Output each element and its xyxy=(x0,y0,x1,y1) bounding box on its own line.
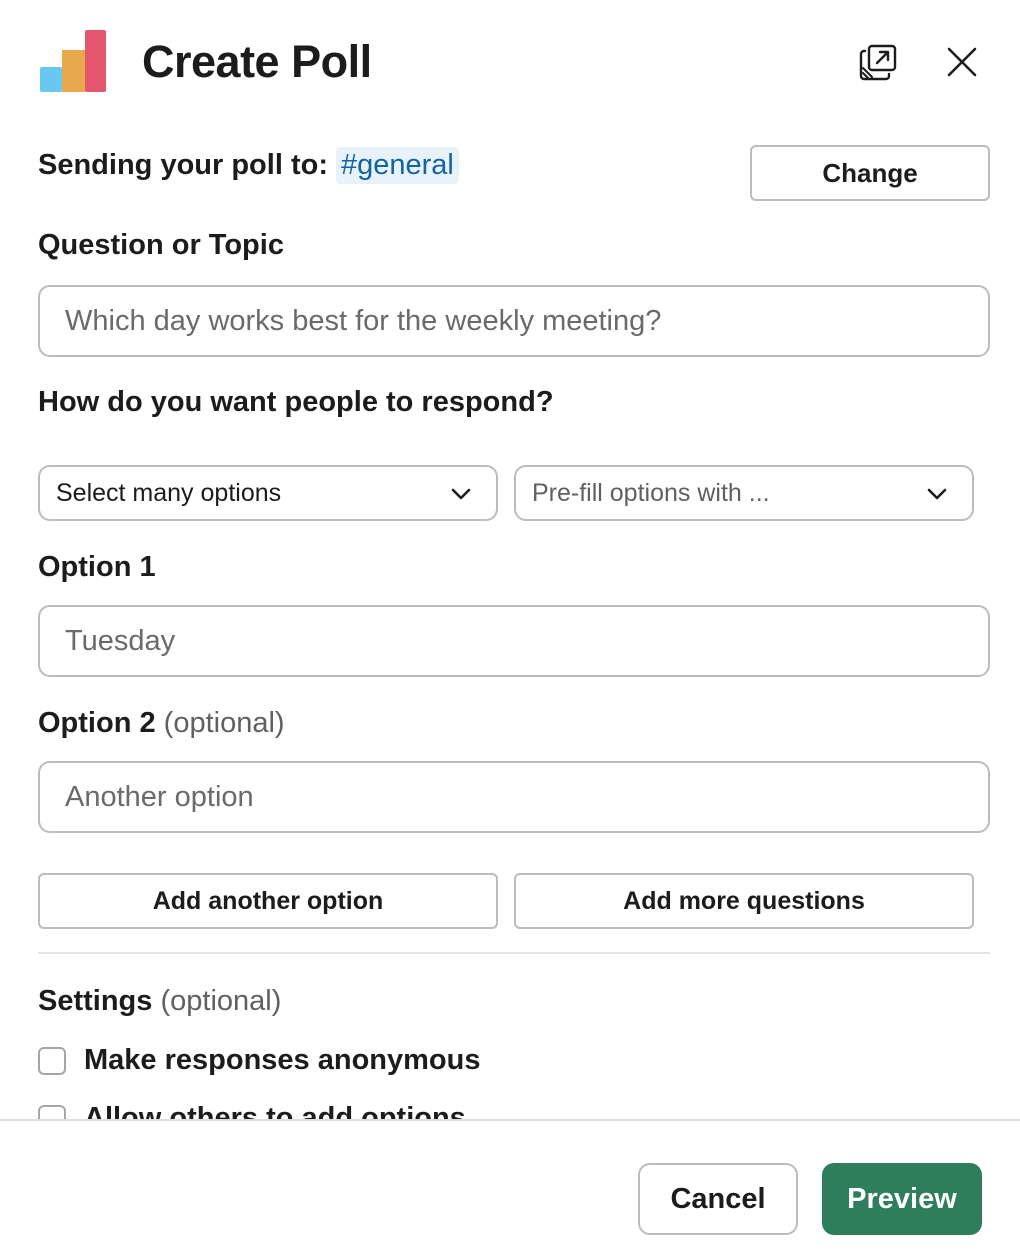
channel-tag: #general xyxy=(335,147,459,184)
response-type-select[interactable]: Select many options xyxy=(38,465,498,521)
page-title: Create Poll xyxy=(142,36,372,87)
allow-add-options-checkbox-row[interactable]: Allow others to add options xyxy=(38,1102,466,1119)
divider xyxy=(38,952,990,954)
add-more-questions-button[interactable]: Add more questions xyxy=(514,873,974,929)
optional-hint: (optional) xyxy=(163,707,285,739)
change-channel-button[interactable]: Change xyxy=(750,145,990,201)
settings-label-row: Settings (optional) xyxy=(38,985,281,1018)
preview-button[interactable]: Preview xyxy=(822,1163,982,1235)
add-another-option-button[interactable]: Add another option xyxy=(38,873,498,929)
modal-header: Create Poll xyxy=(0,0,1020,125)
chevron-down-icon xyxy=(451,488,471,500)
sending-label: Sending your poll to: xyxy=(38,149,328,181)
prefill-select[interactable]: Pre-fill options with ... xyxy=(514,465,974,521)
option2-label: Option 2 xyxy=(38,707,156,739)
optional-hint: (optional) xyxy=(160,985,282,1017)
question-input[interactable] xyxy=(38,285,990,357)
allow-add-options-label: Allow others to add options xyxy=(84,1102,466,1119)
anonymous-label: Make responses anonymous xyxy=(84,1044,481,1076)
respond-label: How do you want people to respond? xyxy=(38,386,554,418)
sending-to-row: Sending your poll to: #general xyxy=(38,147,459,184)
option2-input[interactable] xyxy=(38,761,990,833)
anonymous-checkbox-row[interactable]: Make responses anonymous xyxy=(38,1044,480,1077)
settings-label: Settings xyxy=(38,985,153,1017)
option1-label: Option 1 xyxy=(38,551,156,583)
option2-label-row: Option 2 (optional) xyxy=(38,707,285,740)
close-icon[interactable] xyxy=(944,44,980,80)
question-label: Question or Topic xyxy=(38,229,284,261)
popout-windows-icon[interactable] xyxy=(858,42,898,82)
allow-add-options-checkbox[interactable] xyxy=(38,1104,66,1119)
response-type-value: Select many options xyxy=(56,478,282,507)
prefill-placeholder: Pre-fill options with ... xyxy=(532,478,770,507)
anonymous-checkbox[interactable] xyxy=(38,1046,66,1075)
bar-chart-logo xyxy=(40,30,106,92)
chevron-down-icon xyxy=(927,488,947,500)
cancel-button[interactable]: Cancel xyxy=(638,1163,798,1235)
modal-footer: Cancel Preview xyxy=(0,1119,1020,1254)
option1-input[interactable] xyxy=(38,605,990,677)
modal-body[interactable]: Sending your poll to: #general Change Qu… xyxy=(0,125,1020,1119)
